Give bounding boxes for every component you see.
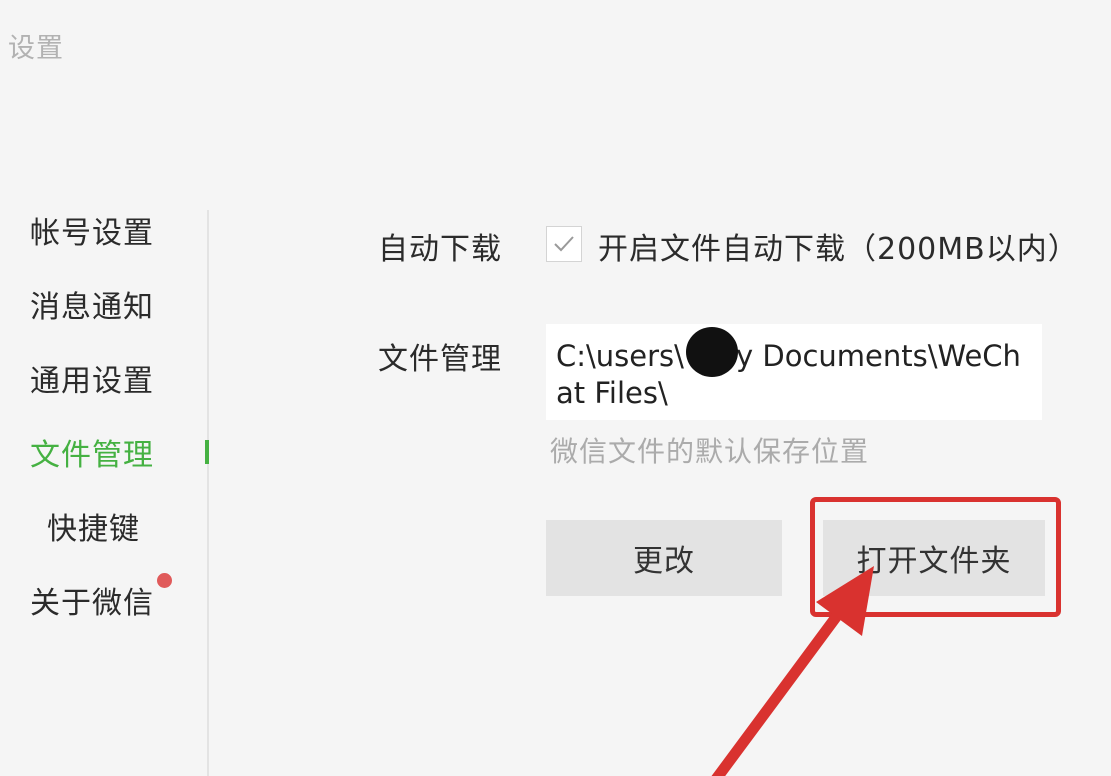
open-folder-button[interactable]: 打开文件夹 (823, 520, 1045, 596)
sidebar-divider (207, 210, 209, 776)
redaction-mark (686, 327, 738, 377)
sidebar-item-about[interactable]: 关于微信 (30, 578, 154, 622)
update-badge-dot (157, 573, 172, 588)
auto-download-checkbox[interactable] (546, 226, 582, 262)
sidebar-item-account[interactable]: 帐号设置 (30, 208, 154, 252)
sidebar-item-shortcuts[interactable]: 快捷键 (47, 504, 140, 548)
sidebar-item-notifications[interactable]: 消息通知 (30, 282, 154, 326)
window-title: 设置 (8, 33, 64, 64)
change-path-button[interactable]: 更改 (546, 520, 782, 596)
settings-window: 设置 帐号设置 消息通知 通用设置 文件管理 快捷键 关于微信 自动下载 开启文… (0, 0, 1111, 776)
checkmark-icon (554, 236, 574, 252)
auto-download-option-text[interactable]: 开启文件自动下载（200MB以内） (598, 224, 1079, 268)
sidebar-item-file-management[interactable]: 文件管理 (30, 430, 154, 474)
file-path-field: C:\users\ i\My Documents\WeChat Files\ (546, 324, 1042, 420)
file-management-label: 文件管理 (378, 342, 502, 377)
auto-download-label: 自动下载 (378, 232, 502, 267)
sidebar-item-general[interactable]: 通用设置 (30, 356, 154, 400)
active-tab-indicator (205, 440, 209, 464)
file-path-hint: 微信文件的默认保存位置 (550, 435, 870, 468)
